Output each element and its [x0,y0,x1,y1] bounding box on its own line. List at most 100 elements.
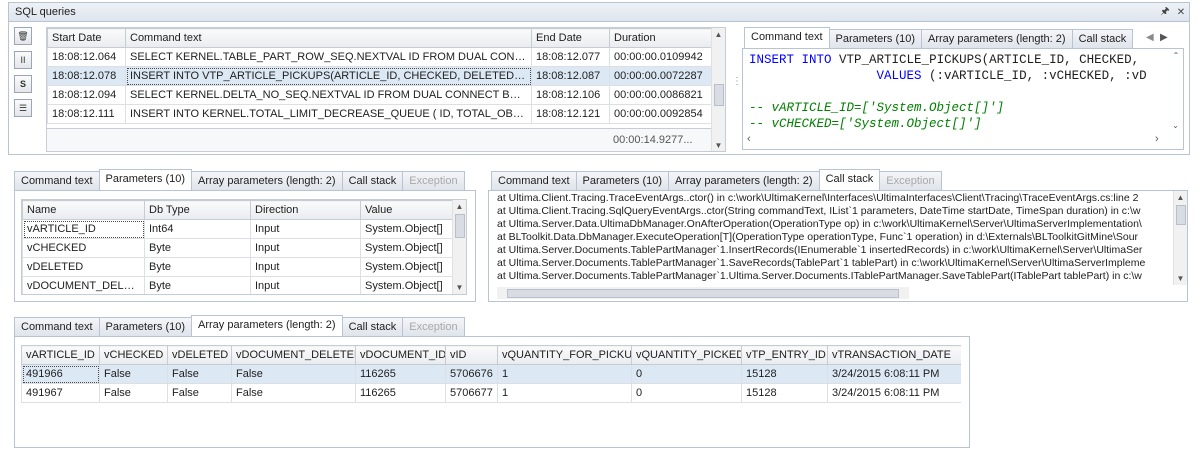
col-vtp-entry-id[interactable]: vTP_ENTRY_ID [741,345,828,365]
tab-exception: Exception [879,171,942,190]
scroll-down-icon[interactable]: ▼ [712,139,725,151]
scroll-down-icon[interactable]: ⌄ [1169,119,1182,132]
cell: 116265 [355,364,446,384]
col-command-text[interactable]: Command text [125,28,532,48]
tab-scroll-left-icon[interactable]: ◀ [1146,32,1154,43]
tab-command-text[interactable]: Command text [14,317,100,336]
close-icon[interactable]: ✕ [1173,7,1189,18]
col-varticle-id[interactable]: vARTICLE_ID [21,345,100,365]
scroll-up-icon[interactable]: ▲ [1174,191,1187,204]
panel-title: SQL queries [15,6,76,18]
cell: 491967 [21,383,100,403]
table-row[interactable]: vDELETED Byte Input System.Object[] [22,257,455,277]
col-vtransaction-date[interactable]: vTRANSACTION_DATE [827,345,961,365]
tab-array-parameters[interactable]: Array parameters (length: 2) [191,171,343,190]
col-direction[interactable]: Direction [250,200,361,220]
cell-command: INSERT INTO VTP_ARTICLE_PICKUPS(ARTICLE_… [125,66,532,86]
callstack-hscroll[interactable] [497,287,909,299]
col-vdocument-deleted[interactable]: vDOCUMENT_DELETED [231,345,356,365]
cell-end: 18:08:12.087 [531,66,610,86]
parameters-grid[interactable]: Name Db Type Direction Value vARTICLE_ID… [21,199,467,295]
col-vquantity-for-pickup[interactable]: vQUANTITY_FOR_PICKUP [497,345,632,365]
cell: 1 [497,383,632,403]
callstack-vscroll[interactable]: ▲ ▼ [1173,191,1187,285]
call-stack-list[interactable]: at Ultima.Client.Tracing.TraceEventArgs.… [497,192,1173,284]
col-end-date[interactable]: End Date [531,28,610,48]
col-db-type[interactable]: Db Type [144,200,251,220]
scroll-thumb[interactable] [507,289,899,298]
tab-parameters[interactable]: Parameters (10) [98,169,193,190]
scroll-thumb[interactable] [714,84,724,106]
table-row-selected[interactable]: 491966 False False False 116265 5706676 … [21,364,961,384]
col-vdocument-id[interactable]: vDOCUMENT_ID [355,345,446,365]
settings-icon[interactable]: ☰ [14,99,32,117]
sql-text: (:vARTICLE_ID, :vCHECKED, :vD [921,69,1147,83]
pause-icon[interactable]: II [14,51,32,69]
cell-end: 18:08:12.077 [531,47,610,67]
cell-dbtype: Byte [144,276,251,294]
tab-command-text[interactable]: Command text [744,27,830,48]
cell: 3/24/2015 6:08:11 PM [827,364,961,384]
tab-parameters[interactable]: Parameters (10) [575,171,670,190]
table-row[interactable]: 18:08:12.064 SELECT KERNEL.TABLE_PART_RO… [47,47,712,67]
tab-parameters[interactable]: Parameters (10) [828,29,923,48]
tab-parameters[interactable]: Parameters (10) [98,317,193,336]
scroll-right-icon[interactable]: › [1155,133,1159,145]
scroll-up-icon[interactable]: ▲ [712,28,725,41]
splitter-grip-icon[interactable]: ⋮ [732,77,742,87]
cell: 3/24/2015 6:08:11 PM [827,383,961,403]
cell: 1 [497,364,632,384]
tab-call-stack[interactable]: Call stack [341,171,404,190]
table-row[interactable]: vARTICLE_ID Int64 Input System.Object[] [22,219,455,239]
table-row[interactable]: 18:08:12.111 INSERT INTO KERNEL.TOTAL_LI… [47,104,712,124]
queries-grid[interactable]: Start Date Command text End Date Duratio… [46,27,726,152]
cell: 116265 [355,383,446,403]
col-vid[interactable]: vID [445,345,498,365]
cell-value: System.Object[] [360,276,455,294]
tab-array-parameters[interactable]: Array parameters (length: 2) [191,315,343,336]
table-row[interactable]: vCHECKED Byte Input System.Object[] [22,238,455,258]
sql-icon[interactable]: S [14,75,32,93]
code-hscroll[interactable]: ‹ › [743,133,1183,147]
stack-line: at Ultima.Server.Documents.TablePartMana… [497,257,1146,269]
queries-vscroll[interactable]: ▲ ▼ [711,28,725,151]
tab-call-stack[interactable]: Call stack [1071,29,1134,48]
table-row[interactable]: vDOCUMENT_DELETED Byte Input System.Obje… [22,276,455,294]
tab-scroll-right-icon[interactable]: ▶ [1160,32,1168,43]
scroll-thumb[interactable] [455,214,465,238]
table-row-selected[interactable]: 18:08:12.078 INSERT INTO VTP_ARTICLE_PIC… [47,66,712,86]
col-value[interactable]: Value [360,200,455,220]
tab-command-text[interactable]: Command text [14,171,100,190]
col-vdeleted[interactable]: vDELETED [167,345,232,365]
tab-array-parameters[interactable]: Array parameters (length: 2) [921,29,1073,48]
scroll-thumb[interactable] [1176,205,1186,225]
scroll-up-icon[interactable]: ⌃ [1169,49,1183,62]
sql-keyword: INTO [801,53,832,67]
scroll-left-icon[interactable]: ‹ [747,133,751,145]
parameters-pane: Name Db Type Direction Value vARTICLE_ID… [14,190,476,302]
cell: False [231,383,356,403]
col-vchecked[interactable]: vCHECKED [99,345,168,365]
tab-call-stack[interactable]: Call stack [341,317,404,336]
tab-call-stack[interactable]: Call stack [818,169,881,190]
col-vquantity-picked[interactable]: vQUANTITY_PICKED [631,345,742,365]
callstack-tabs: Command text Parameters (10) Array param… [491,169,942,190]
scroll-down-icon[interactable]: ▼ [1174,272,1187,285]
code-vscroll[interactable]: ⌃ ⌄ [1169,49,1183,135]
cell-value: System.Object[] [360,238,455,258]
col-duration[interactable]: Duration [609,28,712,48]
sql-editor[interactable]: INSERT INTO VTP_ARTICLE_PICKUPS(ARTICLE_… [749,52,1147,132]
table-row[interactable]: 491967 False False False 116265 5706677 … [21,383,961,403]
scroll-down-icon[interactable]: ▼ [453,281,466,294]
tab-array-parameters[interactable]: Array parameters (length: 2) [668,171,820,190]
table-row[interactable]: 18:08:12.094 SELECT KERNEL.DELTA_NO_SEQ.… [47,85,712,105]
col-start-date[interactable]: Start Date [47,28,126,48]
scroll-up-icon[interactable]: ▲ [453,200,466,213]
pin-icon[interactable]: 🖈 [1157,4,1173,21]
parameters-vscroll[interactable]: ▲ ▼ [452,200,466,294]
clear-icon[interactable]: 🗑 [14,27,32,45]
col-name[interactable]: Name [22,200,145,220]
array-parameters-grid[interactable]: vARTICLE_ID vCHECKED vDELETED vDOCUMENT_… [21,345,961,441]
tab-command-text[interactable]: Command text [491,171,577,190]
cell: 15128 [741,383,828,403]
